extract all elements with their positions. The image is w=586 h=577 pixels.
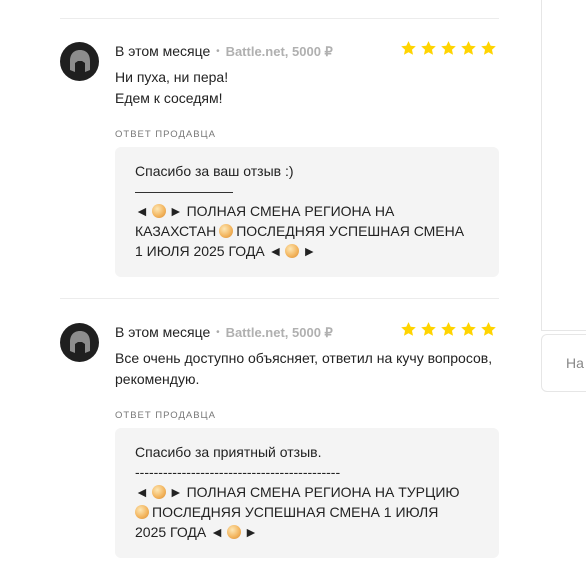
review-product[interactable]: Battle.net, 5000 ₽	[226, 44, 333, 59]
reply-text: ► ПОЛНАЯ СМЕНА РЕГИОНА НА ТУРЦИЮ	[168, 484, 460, 500]
reply-line: ----------------------------------------…	[135, 464, 341, 480]
meta-separator: •	[216, 46, 220, 57]
review-date: В этом месяце	[115, 324, 211, 340]
moon-emoji-icon	[151, 485, 166, 499]
star-icon	[481, 41, 496, 55]
review-text: Все очень доступно объясняет, ответил на…	[115, 348, 492, 390]
star-icon	[461, 322, 476, 336]
seller-reply-label: Ответ продавца	[115, 129, 216, 140]
review-text-line: Все очень доступно объясняет, ответил на…	[115, 350, 493, 366]
side-panel	[541, 0, 586, 331]
reply-text: 2025 ГОДА ◄	[135, 524, 224, 540]
seller-reply-label: Ответ продавца	[115, 410, 216, 421]
top-divider	[60, 18, 499, 19]
spartan-helmet-icon	[69, 49, 90, 73]
reply-text: ►	[302, 243, 317, 259]
moon-emoji-icon	[285, 244, 300, 258]
review-product[interactable]: Battle.net, 5000 ₽	[226, 325, 333, 340]
side-box-label: На	[566, 355, 584, 371]
reply-line: 2025 ГОДА ◄ ►	[135, 522, 479, 542]
seller-reply: Спасибо за ваш отзыв :) ——————— ◄ ► ПОЛНА…	[115, 147, 499, 277]
reply-text: КАЗАХСТАН	[135, 223, 217, 239]
reply-text: ◄	[135, 484, 149, 500]
moon-emoji-icon	[226, 525, 241, 539]
star-icon	[421, 322, 436, 336]
reply-line: ПОСЛЕДНЯЯ УСПЕШНАЯ СМЕНА 1 ИЮЛЯ	[135, 502, 479, 522]
reply-line: КАЗАХСТАН ПОСЛЕДНЯЯ УСПЕШНАЯ СМЕНА	[135, 221, 479, 241]
star-icon	[401, 41, 416, 55]
moon-emoji-icon	[219, 224, 234, 238]
avatar[interactable]	[60, 42, 99, 81]
avatar[interactable]	[60, 323, 99, 362]
reply-text: ◄	[135, 203, 149, 219]
review-item: В этом месяце • Battle.net, 5000 ₽ Ни пу…	[60, 40, 499, 282]
reply-text: ► ПОЛНАЯ СМЕНА РЕГИОНА НА	[168, 203, 395, 219]
side-action-box[interactable]: На	[541, 334, 586, 392]
reply-line: ———————	[135, 183, 233, 199]
reply-line: 1 ИЮЛЯ 2025 ГОДА ◄ ►	[135, 241, 479, 261]
star-icon	[441, 322, 456, 336]
rating-stars	[400, 321, 497, 338]
review-text-line: Ни пуха, ни пера!	[115, 69, 229, 85]
review-item: В этом месяце • Battle.net, 5000 ₽ Все о…	[60, 321, 499, 563]
reply-line: Спасибо за приятный отзыв.	[135, 444, 322, 460]
reply-text: ПОСЛЕДНЯЯ УСПЕШНАЯ СМЕНА 1 ИЮЛЯ	[152, 504, 439, 520]
star-icon	[441, 41, 456, 55]
review-date: В этом месяце	[115, 43, 211, 59]
star-icon	[421, 41, 436, 55]
moon-emoji-icon	[135, 505, 149, 519]
reply-text: ПОСЛЕДНЯЯ УСПЕШНАЯ СМЕНА	[236, 223, 465, 239]
reply-line: ◄ ► ПОЛНАЯ СМЕНА РЕГИОНА НА ТУРЦИЮ	[135, 482, 479, 502]
star-icon	[401, 322, 416, 336]
spartan-helmet-icon	[69, 330, 90, 354]
reply-text: 1 ИЮЛЯ 2025 ГОДА ◄	[135, 243, 283, 259]
star-icon	[461, 41, 476, 55]
seller-reply: Спасибо за приятный отзыв. -------------…	[115, 428, 499, 558]
reply-line: Спасибо за ваш отзыв :)	[135, 163, 294, 179]
review-text: Ни пуха, ни пера! Едем к соседям!	[115, 67, 228, 109]
rating-stars	[400, 40, 497, 57]
reply-line: ◄ ► ПОЛНАЯ СМЕНА РЕГИОНА НА	[135, 201, 479, 221]
star-icon	[481, 322, 496, 336]
moon-emoji-icon	[151, 204, 166, 218]
review-divider	[60, 298, 499, 299]
review-text-line: Едем к соседям!	[115, 90, 223, 106]
review-text-line: рекомендую.	[115, 371, 200, 387]
reply-text: ►	[243, 524, 258, 540]
review-meta: В этом месяце • Battle.net, 5000 ₽	[115, 43, 333, 60]
review-meta: В этом месяце • Battle.net, 5000 ₽	[115, 324, 333, 341]
meta-separator: •	[216, 327, 220, 338]
